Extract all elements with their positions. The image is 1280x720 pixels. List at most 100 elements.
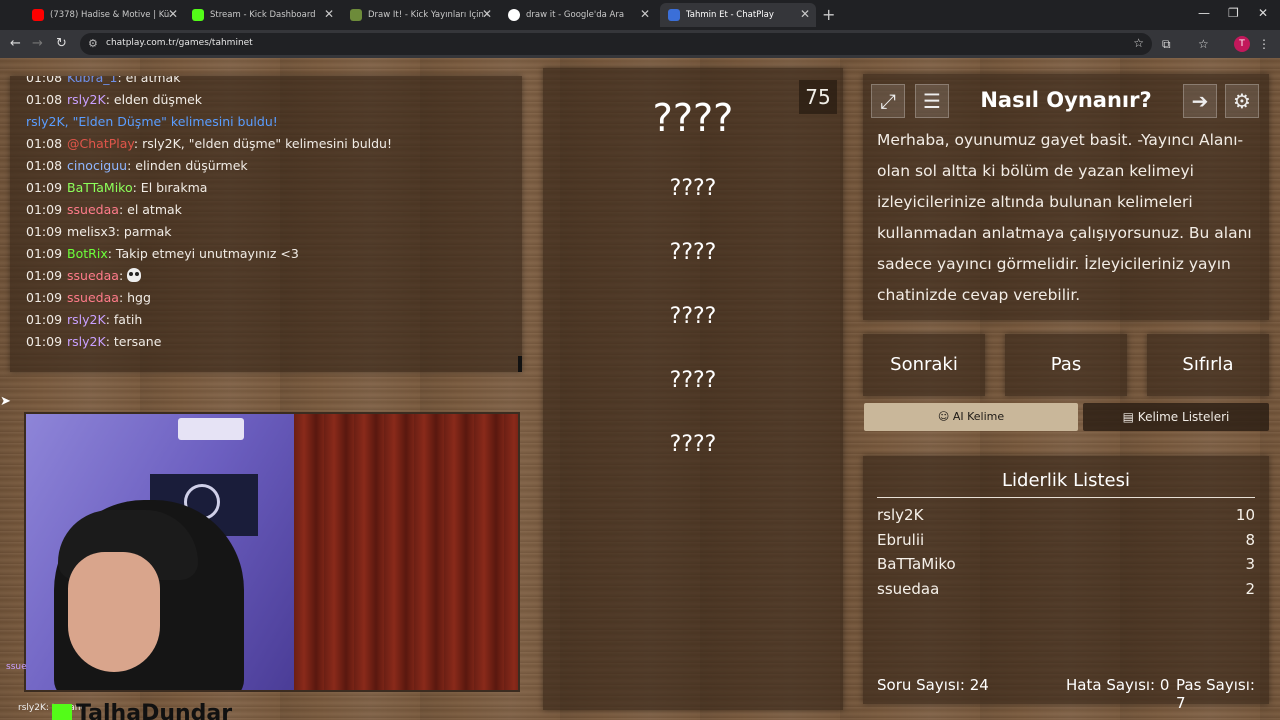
chat-message: 01:09 ssuedaa: el atmak [26,200,182,220]
leaderboard-title: Liderlik Listesi [877,470,1255,498]
fullscreen-icon[interactable]: ⤢ [871,84,905,118]
message-time: 01:08 [26,92,63,107]
tab-youtube[interactable]: (7378) Hadise & Motive | Küçük ✕ [24,3,184,27]
message-text: : elinden düşürmek [127,158,248,173]
close-tab-icon[interactable]: ✕ [800,7,810,21]
tab-title: Tahmin Et - ChatPlay [686,10,774,20]
close-window-icon[interactable]: ✕ [1258,6,1268,20]
message-user: Kubra_1 [67,76,118,85]
mouse-cursor-icon: ➤ [0,394,11,409]
url-field[interactable]: ⚙ chatplay.com.tr/games/tahminet ☆ [80,33,1152,55]
tab-chatplay[interactable]: Tahmin Et - ChatPlay ✕ [660,3,816,27]
chatplay-icon [668,9,680,21]
question-count: Soru Sayısı: 24 [877,676,989,694]
message-time: 01:09 [26,290,63,305]
message-user: ssuedaa [67,290,119,305]
message-time: 01:08 [26,158,63,173]
message-time: 01:09 [26,246,63,261]
how-to-play-text: Merhaba, oyunumuz gayet basit. -Yayıncı … [877,131,1252,304]
webcam-feed [24,412,520,692]
leaderboard-row: Ebrulii 8 [877,531,1255,553]
message-time: 01:09 [26,202,63,217]
webcam-person-face [68,552,160,672]
message-text: : [118,268,128,283]
new-tab-icon[interactable]: + [822,5,835,24]
exit-icon[interactable]: ➔ [1183,84,1217,118]
reset-button[interactable]: Sıfırla [1147,334,1269,396]
menu-icon[interactable]: ⋮ [1258,37,1270,51]
message-text: : parmak [115,224,172,239]
chat-message: 01:08 cinociguu: elinden düşürmek [26,156,248,176]
tab-title: Stream - Kick Dashboard [210,10,316,20]
leaderboard-row: ssuedaa 2 [877,580,1255,602]
message-text: : hgg [118,290,151,305]
message-time: 01:09 [26,312,63,327]
message-user: BaTTaMiko [67,180,133,195]
draw-it-icon [350,9,362,21]
word-lists-label: Kelime Listeleri [1137,410,1230,424]
forbidden-word: ???? [669,240,717,265]
message-user: rsly2K [67,334,106,349]
restore-icon[interactable]: ❐ [1228,6,1239,20]
close-tab-icon[interactable]: ✕ [482,7,492,21]
message-text: : rsly2K, "elden düşme" kelimesini buldu… [133,136,392,151]
how-to-play-panel: Nasıl Oynanır? ⤢ ☰ ➔ ⚙ Merhaba, oyunumuz… [863,74,1269,320]
tab-bar: (7378) Hadise & Motive | Küçük ✕ Stream … [0,0,1280,30]
close-tab-icon[interactable]: ✕ [324,7,334,21]
player-name: ssuedaa [877,580,940,598]
word-lists-button[interactable]: ▤ Kelime Listeleri [1083,403,1269,431]
forbidden-word: ???? [669,176,717,201]
player-name: BaTTaMiko [877,555,956,573]
site-settings-icon[interactable]: ⚙ [88,37,98,50]
reload-icon[interactable]: ↻ [56,36,67,51]
streamer-name: TalhaDundar [76,701,233,720]
back-icon[interactable]: ← [10,36,21,51]
chat-message: 01:08 @ChatPlay: rsly2K, "elden düşme" ke… [26,134,392,154]
player-name: Ebrulii [877,531,925,549]
leaderboard-panel: Liderlik Listesi rsly2K 10 Ebrulii 8 BaTTa… [863,456,1269,712]
message-user: cinociguu [67,158,128,173]
bookmark-star-icon[interactable]: ☆ [1133,36,1144,50]
chat-panel: 01:08 Kubra_1: el atmak 01:08 rsly2K: elde… [10,76,522,372]
message-time: 01:09 [26,268,63,283]
next-button[interactable]: Sonraki [863,334,985,396]
word-panel: 75 ???? ???? ???? ???? ???? ???? [543,68,843,710]
tab-google-search[interactable]: draw it - Google'da Ara ✕ [500,3,656,27]
message-user: ssuedaa [67,202,119,217]
leaderboard-row: rsly2K 10 [877,506,1255,528]
ai-word-button[interactable]: ☺ AI Kelime [864,403,1078,431]
message-time: 01:09 [26,180,63,195]
message-text: : elden düşmek [105,92,203,107]
chat-message: 01:09 BaTTaMiko: El bırakma [26,178,207,198]
pass-button[interactable]: Pas [1005,334,1127,396]
tab-kick-dashboard[interactable]: Stream - Kick Dashboard ✕ [184,3,340,27]
chat-message: 01:08 rsly2K: elden düşmek [26,90,202,110]
chat-message: 01:09 rsly2K: fatih [26,310,142,330]
leaderboard-row: BaTTaMiko 3 [877,555,1255,577]
minimize-icon[interactable]: — [1198,6,1210,20]
message-text: : fatih [105,312,143,327]
close-tab-icon[interactable]: ✕ [640,7,650,21]
tab-title: (7378) Hadise & Motive | Küçük [50,10,170,20]
forward-icon[interactable]: → [32,36,43,51]
message-user: @ChatPlay [67,136,134,151]
game-page: 01:08 Kubra_1: el atmak 01:08 rsly2K: elde… [0,58,1280,720]
rules-document-icon[interactable]: ☰ [915,84,949,118]
chat-message: 01:08 Kubra_1: el atmak [26,76,180,88]
message-text: : Takip etmeyi unutmayınız <3 [107,246,299,261]
close-tab-icon[interactable]: ✕ [168,7,178,21]
extensions-icon[interactable]: ⧉ [1162,37,1171,52]
message-text: : el atmak [118,202,182,217]
message-user: melisx3 [67,224,116,239]
chat-message: 01:09 melisx3: parmak [26,222,172,242]
settings-gear-icon[interactable]: ⚙ [1225,84,1259,118]
bookmarks-icon[interactable]: ☆ [1198,37,1209,51]
message-time: 01:08 [26,136,63,151]
chat-scrollbar[interactable] [518,356,522,372]
message-text: : El bırakma [132,180,208,195]
profile-avatar[interactable]: T [1234,36,1250,52]
message-time: 01:09 [26,334,63,349]
player-name: rsly2K [877,506,924,524]
tab-title: draw it - Google'da Ara [526,10,625,20]
tab-draw-it[interactable]: Draw It! - Kick Yayınları İçin Çizi ✕ [342,3,498,27]
